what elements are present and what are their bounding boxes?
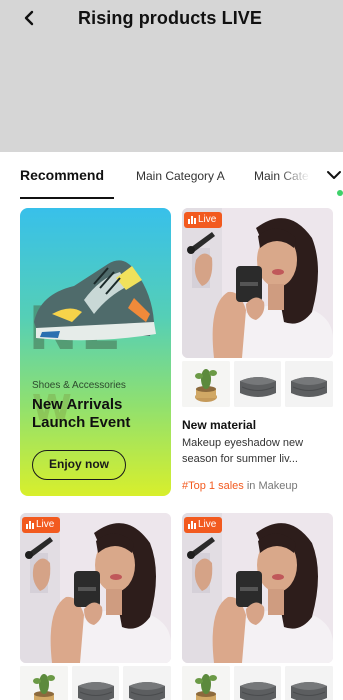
chevron-left-icon[interactable] [20,8,40,28]
product-image[interactable]: Live [20,513,171,663]
plant-thumbnail[interactable] [182,666,230,700]
page-title: Rising products LIVE [78,8,263,28]
product-rank: #Top 1 sales in Makeup [182,480,298,492]
rank-suffix: in Makeup [243,480,298,492]
live-label: Live [36,519,55,530]
live-bars-icon [188,521,196,529]
case-thumbnail[interactable] [233,666,282,700]
case-thumbnail[interactable] [285,361,334,407]
case-thumbnail[interactable] [123,666,172,700]
header: Rising products LIVE [0,0,343,152]
case-thumbnail[interactable] [285,666,334,700]
product-title: New material [182,418,257,432]
status-dot [337,190,343,196]
live-bars-icon [188,216,196,224]
product-image[interactable]: Live [182,208,333,358]
product-thumbnails [20,666,172,700]
tab-main-category-a[interactable]: Main Category A [136,169,225,183]
product-image[interactable]: Live [182,513,333,663]
product-card[interactable]: Live [20,513,172,700]
product-thumbnails [182,361,334,407]
product-thumbnails [182,666,334,700]
live-badge: Live [22,517,61,533]
plant-thumbnail[interactable] [20,666,68,700]
product-card[interactable]: Live New material Makeup eyeshadow new s… [182,208,334,498]
live-bars-icon [26,521,34,529]
plant-thumbnail[interactable] [182,361,230,407]
active-tab-indicator [20,197,114,199]
live-badge: Live [184,517,223,533]
live-label: Live [198,214,217,225]
sneaker-image [34,260,156,341]
promo-headline: New Arrivals Launch Event [32,396,131,431]
live-badge: Live [184,212,223,228]
tab-recommend[interactable]: Recommend [20,167,104,183]
product-card[interactable]: Live [182,513,334,700]
tab-fade-overlay [278,160,318,192]
case-thumbnail[interactable] [71,666,120,700]
live-label: Live [198,519,217,530]
enjoy-now-button[interactable]: Enjoy now [32,450,126,480]
case-thumbnail[interactable] [233,361,282,407]
rank-highlight: #Top 1 sales [182,480,244,492]
chevron-down-icon[interactable] [326,167,342,183]
product-description: Makeup eyeshadow new season for summer l… [182,437,304,465]
promo-category: Shoes & Accessories [32,380,126,391]
category-tabs: Recommend Main Category A Main Cate [0,152,343,202]
promo-banner[interactable]: NE W Shoes & Accessories New Arrivals La… [20,208,171,496]
